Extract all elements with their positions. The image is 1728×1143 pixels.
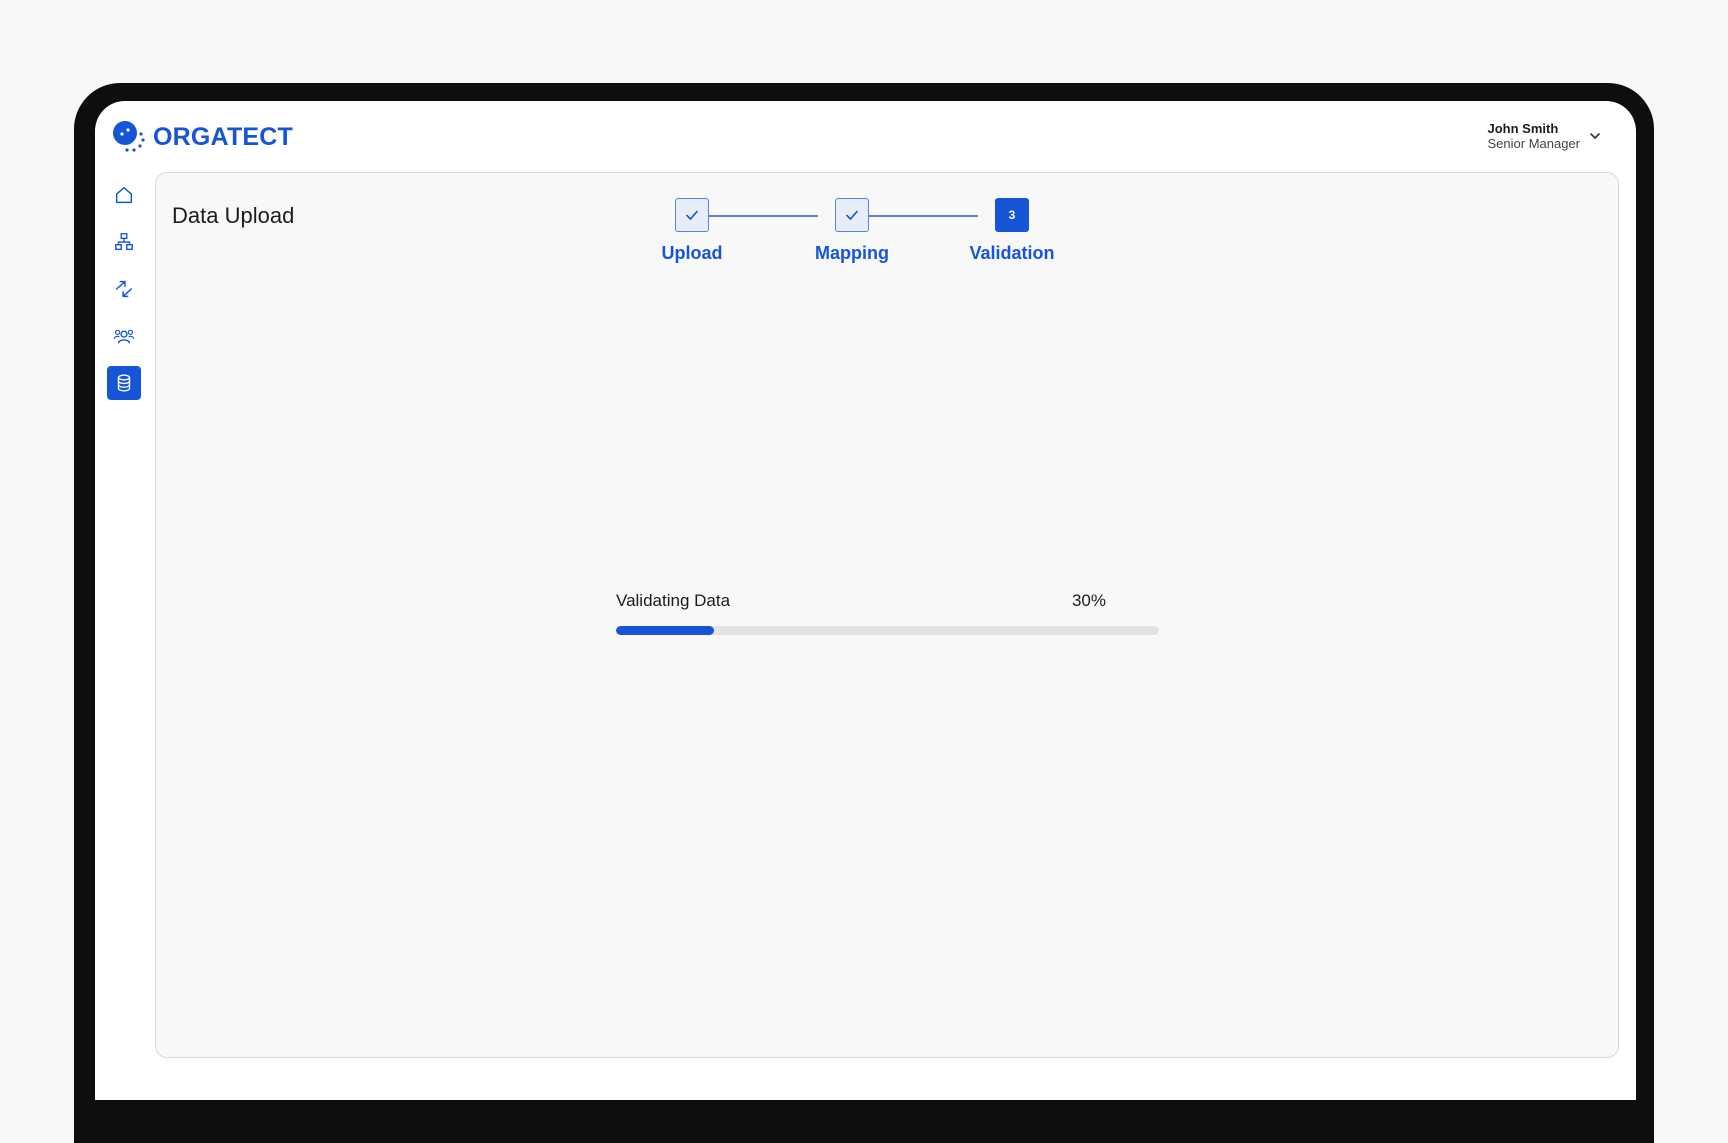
stepper-connector (692, 215, 818, 217)
device-chin (74, 1100, 1654, 1122)
org-chart-icon (115, 233, 133, 251)
sidebar-item-organization[interactable] (107, 225, 141, 259)
brand-mark-icon (113, 121, 145, 152)
database-icon (117, 374, 131, 392)
step-validation-indicator[interactable]: 3 (995, 198, 1029, 232)
transfer-arrows-icon (115, 280, 133, 298)
step-mapping-label[interactable]: Mapping (782, 243, 922, 264)
step-mapping-indicator[interactable] (835, 198, 869, 232)
people-icon (113, 329, 135, 344)
brand-name: ORGATECT (153, 122, 294, 151)
user-menu[interactable]: John Smith Senior Manager (1488, 121, 1581, 151)
sidebar-item-people[interactable] (107, 319, 141, 353)
check-icon (846, 210, 858, 220)
app-window: ORGATECT John Smith Senior Manager Data … (95, 101, 1636, 1100)
main-card: Data Upload 3 Upload Mapping Validation … (155, 172, 1619, 1058)
sidebar-item-data[interactable] (107, 366, 141, 400)
chevron-down-icon[interactable] (1588, 129, 1602, 143)
stepper-connector (852, 215, 978, 217)
sidebar-item-transfers[interactable] (107, 272, 141, 306)
sidebar-item-home[interactable] (107, 178, 141, 212)
user-name: John Smith (1487, 121, 1559, 136)
check-icon (686, 210, 698, 220)
progress-label: Validating Data (616, 591, 731, 610)
page-title: Data Upload (172, 203, 295, 228)
step-upload-label[interactable]: Upload (622, 243, 762, 264)
user-role: Senior Manager (1487, 136, 1581, 151)
step-validation-label[interactable]: Validation (942, 243, 1082, 264)
progress-bar-fill (616, 626, 714, 635)
step-upload-indicator[interactable] (675, 198, 709, 232)
progress-value: 30% (1071, 591, 1106, 610)
home-icon (115, 186, 133, 204)
brand-logo[interactable]: ORGATECT (111, 119, 293, 155)
progress-bar (616, 626, 1159, 635)
